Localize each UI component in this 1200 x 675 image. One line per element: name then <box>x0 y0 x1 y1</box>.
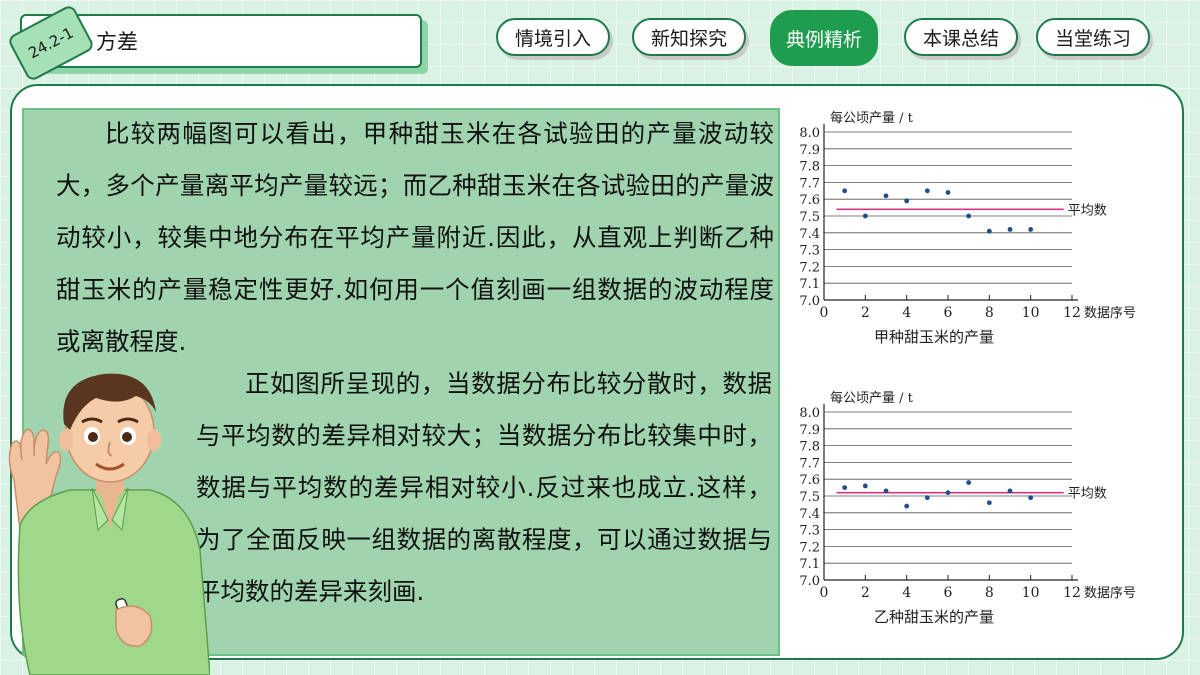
tab-practice[interactable]: 当堂练习 <box>1036 18 1150 56</box>
data-point <box>904 198 910 204</box>
data-point <box>883 193 889 199</box>
teacher-illustration <box>8 373 210 675</box>
x-tick-label: 6 <box>944 585 953 601</box>
y-tick-label: 8.0 <box>799 126 820 141</box>
data-point <box>862 213 868 219</box>
x-tick-label: 0 <box>820 305 829 321</box>
y-tick-label: 7.1 <box>799 277 820 292</box>
y-tick-label: 7.3 <box>799 524 820 539</box>
x-tick-label: 12 <box>1063 585 1081 601</box>
y-tick-label: 7.5 <box>799 490 820 505</box>
x-tick-label: 2 <box>861 305 870 321</box>
y-tick-label: 7.8 <box>799 160 820 175</box>
data-point <box>986 228 992 234</box>
x-tick-label: 4 <box>902 305 911 321</box>
x-axis-label: 数据序号 <box>1084 306 1136 321</box>
y-tick-label: 7.3 <box>799 244 820 259</box>
y-tick-label: 7.6 <box>799 193 820 208</box>
data-point <box>966 213 972 219</box>
x-axis-label: 数据序号 <box>1084 586 1136 601</box>
y-tick-label: 7.9 <box>799 423 820 438</box>
chart-jia: 7.0 7.1 7.27.3 7.4 7.5 7.6 7.77.8 7.9 8.0 0 2 4 6 8 10… <box>799 110 1136 346</box>
y-tick-label: 7.2 <box>799 260 820 275</box>
paragraph-explanation: 正如图所呈现的，当数据分布比较分散时，数据与平均数的差异相对较大；当数据分布比较… <box>196 369 772 606</box>
x-tick-label: 6 <box>944 305 953 321</box>
chart-title: 乙种甜玉米的产量 <box>874 608 994 626</box>
y-tick-label: 7.0 <box>799 574 820 589</box>
y-tick-label: 7.6 <box>799 473 820 488</box>
data-point <box>1007 488 1013 494</box>
y-tick-label: 8.0 <box>799 406 820 421</box>
mean-label: 平均数 <box>1068 203 1107 218</box>
tab-examples[interactable]: 典例精析 <box>770 10 878 66</box>
x-tick-label: 4 <box>902 585 911 601</box>
mean-label: 平均数 <box>1068 487 1107 502</box>
data-point <box>924 188 930 194</box>
y-tick-label: 7.7 <box>799 176 820 191</box>
data-point <box>924 495 930 501</box>
paragraph-comparison: 比较两幅图可以看出，甲种甜玉米在各试验田的产量波动较大，多个产量离平均产量较远；… <box>56 119 774 356</box>
y-tick-label: 7.7 <box>799 456 820 471</box>
x-tick-label: 0 <box>820 585 829 601</box>
x-tick-label: 10 <box>1022 585 1040 601</box>
y-tick-label: 7.4 <box>799 507 820 522</box>
data-point <box>1028 495 1034 501</box>
data-point <box>1007 227 1013 232</box>
y-tick-label: 7.5 <box>799 210 820 225</box>
data-point <box>862 483 868 489</box>
data-point <box>945 490 951 496</box>
y-tick-label: 7.8 <box>799 440 820 455</box>
y-tick-label: 7.2 <box>799 540 820 555</box>
chart-yi: 7.0 7.1 7.27.3 7.4 7.5 7.6 7.77.8 7.9 8.0 0 2 4 6 8 10… <box>799 390 1136 626</box>
x-tick-label: 2 <box>861 585 870 601</box>
data-point <box>966 480 972 485</box>
data-point <box>945 190 951 195</box>
data-point <box>883 488 889 494</box>
data-point <box>1028 227 1034 232</box>
x-tick-label: 12 <box>1063 305 1081 321</box>
tab-explore[interactable]: 新知探究 <box>632 18 746 56</box>
y-tick-label: 7.1 <box>799 557 820 572</box>
data-point <box>842 188 848 194</box>
data-point <box>986 500 992 506</box>
y-axis-label: 每公顷产量 / t <box>830 390 914 406</box>
data-point <box>842 485 848 490</box>
x-tick-label: 8 <box>985 305 994 321</box>
tab-intro[interactable]: 情境引入 <box>496 18 610 56</box>
tab-summary[interactable]: 本课总结 <box>904 18 1018 56</box>
y-tick-label: 7.0 <box>799 294 820 309</box>
chart-title: 甲种甜玉米的产量 <box>874 328 994 346</box>
y-tick-label: 7.4 <box>799 227 820 242</box>
x-tick-label: 8 <box>985 585 994 601</box>
data-point <box>904 503 910 509</box>
x-tick-label: 10 <box>1022 305 1040 321</box>
y-axis-label: 每公顷产量 / t <box>830 110 914 126</box>
page-title: 方差 <box>96 30 138 54</box>
y-tick-label: 7.9 <box>799 143 820 158</box>
